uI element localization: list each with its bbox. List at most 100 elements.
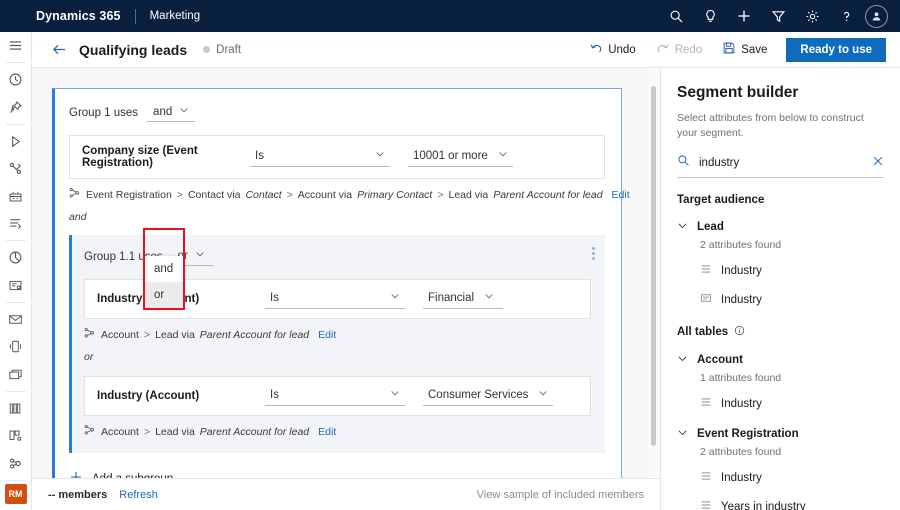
app-root: Dynamics 365 Marketing — [0, 0, 900, 510]
undo-button[interactable]: Undo — [580, 37, 645, 62]
condition-operator-value: Is — [270, 389, 279, 401]
optionset-field-icon — [700, 498, 712, 510]
group-operator-select[interactable]: and — [147, 103, 195, 122]
more-options-icon[interactable] — [592, 247, 595, 260]
all-tables-label: All tables — [677, 326, 728, 338]
event-icon[interactable] — [0, 183, 32, 210]
edit-path-link[interactable]: Edit — [318, 426, 336, 438]
path-segment-3: Account via — [298, 189, 352, 201]
save-button[interactable]: Save — [713, 37, 776, 62]
chevron-down-icon — [195, 249, 205, 262]
pin-icon[interactable] — [0, 94, 32, 121]
attribute-name: Industry — [721, 294, 762, 306]
journey-icon[interactable] — [0, 155, 32, 182]
help-icon[interactable] — [829, 0, 863, 32]
path-segment-1: Account — [101, 426, 139, 438]
path-segment-1: Account — [101, 329, 139, 341]
search-input[interactable]: industry — [699, 157, 863, 169]
gear-icon[interactable] — [795, 0, 829, 32]
path-segment-4: Lead via — [449, 189, 489, 201]
account-avatar-icon[interactable] — [865, 5, 888, 28]
lightbulb-icon[interactable] — [693, 0, 727, 32]
attribute-name: Years in industry — [721, 501, 806, 510]
path-segment-1: Event Registration — [86, 189, 172, 201]
optionset-field-icon — [700, 262, 712, 280]
group-label: Group 1 uses — [69, 107, 138, 119]
condition-operator-select[interactable]: Is — [265, 289, 405, 309]
table-header[interactable]: Lead — [677, 218, 884, 236]
flow-icon[interactable] — [0, 210, 32, 237]
attribute-item[interactable]: Industry — [700, 291, 884, 309]
condition-operator-select[interactable]: Is — [265, 386, 405, 406]
email-icon[interactable] — [0, 306, 32, 333]
search-icon[interactable] — [659, 0, 693, 32]
form-icon[interactable] — [0, 272, 32, 299]
plus-icon[interactable] — [727, 0, 761, 32]
save-icon — [722, 41, 736, 58]
attribute-name: Industry — [721, 265, 762, 277]
condition-value-select[interactable]: 10001 or more — [408, 147, 513, 167]
attribute-search-box[interactable]: industry — [677, 154, 884, 178]
attribute-item[interactable]: Industry — [700, 469, 884, 487]
path-separator: > — [144, 426, 150, 438]
group-card: Group 1 uses and Company size (Event Reg… — [52, 88, 622, 478]
attribute-count: 1 attributes found — [700, 372, 884, 384]
condition-value-select[interactable]: Financial — [423, 289, 503, 309]
user-initials-avatar[interactable]: RM — [5, 484, 27, 504]
condition-operator-select[interactable]: Is — [250, 147, 390, 167]
edit-path-link[interactable]: Edit — [612, 189, 630, 201]
canvas-scrollbar[interactable] — [646, 68, 660, 478]
refresh-link[interactable]: Refresh — [119, 489, 158, 501]
chevron-down-icon — [538, 388, 548, 401]
condition-attribute: Industry (Account) — [97, 390, 265, 402]
play-icon[interactable] — [0, 128, 32, 155]
dropdown-option-or[interactable]: or — [145, 282, 183, 308]
clear-icon[interactable] — [872, 154, 884, 172]
path-relation-1: Parent Account for lead — [200, 329, 309, 341]
group-operator-value: and — [153, 106, 172, 118]
condition-value-select[interactable]: Consumer Services — [423, 386, 553, 406]
table-header[interactable]: Event Registration — [677, 425, 884, 443]
table-name: Account — [697, 354, 743, 366]
view-sample-link[interactable]: View sample of included members — [477, 489, 644, 501]
chevron-down-icon — [375, 149, 385, 162]
analytics-icon[interactable] — [0, 244, 32, 271]
attribute-item[interactable]: Years in industry — [700, 498, 884, 510]
bottom-status-bar: -- members Refresh View sample of includ… — [32, 478, 660, 510]
path-segment-2: Contact via — [188, 189, 241, 201]
condition-value: Consumer Services — [428, 389, 528, 401]
scrollbar-thumb[interactable] — [651, 86, 656, 446]
condition-row: Industry (Account) Is Consumer Services — [84, 376, 591, 416]
recent-icon[interactable] — [0, 66, 32, 93]
segments-icon[interactable] — [0, 450, 32, 477]
top-bar-actions — [659, 0, 900, 32]
page-icon[interactable] — [0, 361, 32, 388]
chevron-down-icon — [484, 291, 494, 304]
redo-icon — [656, 41, 670, 58]
info-icon[interactable] — [734, 325, 745, 339]
add-subgroup-button[interactable]: Add a subgroup — [69, 470, 605, 478]
ready-to-use-button[interactable]: Ready to use — [786, 38, 886, 62]
back-arrow-icon[interactable] — [44, 35, 74, 65]
status-badge: Draft — [216, 44, 241, 56]
attribute-item[interactable]: Industry — [700, 395, 884, 413]
group-conjunction: and — [69, 211, 605, 223]
path-separator: > — [177, 189, 183, 201]
dropdown-option-and[interactable]: and — [145, 256, 183, 282]
mobile-icon[interactable] — [0, 333, 32, 360]
filter-icon[interactable] — [761, 0, 795, 32]
template-icon[interactable] — [0, 422, 32, 449]
redo-button[interactable]: Redo — [647, 37, 712, 62]
table-header[interactable]: Account — [677, 351, 884, 369]
library-icon[interactable] — [0, 395, 32, 422]
condition-operator-value: Is — [255, 150, 264, 162]
edit-path-link[interactable]: Edit — [318, 329, 336, 341]
chevron-down-icon — [677, 218, 688, 236]
table-group-account: Account 1 attributes found Industry — [677, 351, 884, 413]
operator-dropdown-menu[interactable]: and or — [145, 256, 183, 308]
rail-divider — [6, 62, 26, 63]
chevron-down-icon — [390, 388, 400, 401]
hamburger-menu-icon[interactable] — [0, 32, 32, 59]
path-relation-1: Contact — [245, 189, 281, 201]
attribute-item[interactable]: Industry — [700, 262, 884, 280]
